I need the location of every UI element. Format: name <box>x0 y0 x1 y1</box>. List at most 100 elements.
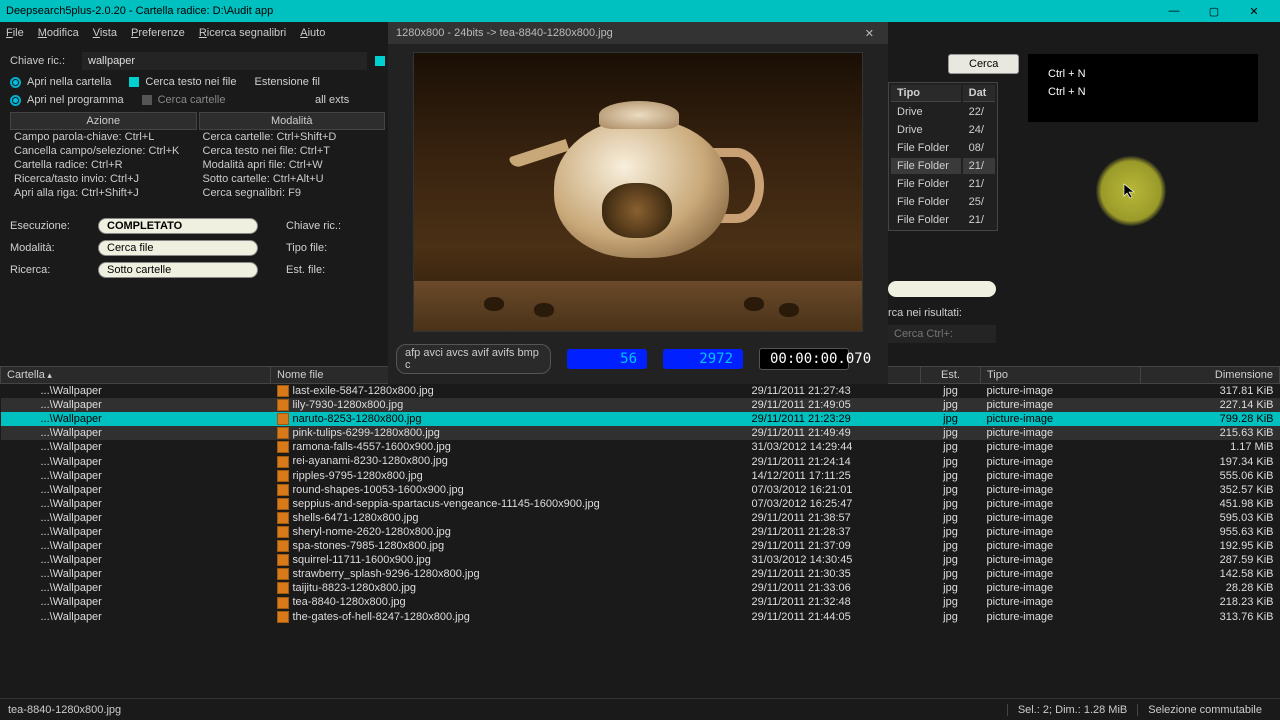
col-dat[interactable]: Dat <box>963 85 995 102</box>
open-in-program-label: Apri nel programma <box>27 94 124 106</box>
file-icon <box>277 484 289 496</box>
preview-close-button[interactable]: ✕ <box>859 27 880 40</box>
search-panel: Chiave ric.: Apri nella cartella Cerca t… <box>0 44 395 292</box>
drive-row[interactable]: Drive24/ <box>891 122 995 138</box>
menu-file[interactable]: File <box>6 27 24 39</box>
search-button[interactable]: Cerca <box>948 54 1019 74</box>
shortcut-tooltip: Ctrl + N Ctrl + N <box>1028 54 1258 122</box>
col-tipo[interactable]: Tipo <box>891 85 961 102</box>
exec-value: COMPLETATO <box>98 218 258 234</box>
drive-row[interactable]: Drive22/ <box>891 104 995 120</box>
counter-total: 2972 <box>663 349 743 369</box>
result-row[interactable]: ...\Wallpapersheryl-nome-2620-1280x800.j… <box>1 525 1280 539</box>
exec-label: Esecuzione: <box>10 220 90 232</box>
col-type[interactable]: Tipo <box>981 367 1141 384</box>
progress-pill <box>888 281 996 297</box>
shortcut-row: Cerca segnalibri: F9 <box>199 186 386 200</box>
counter-found: 56 <box>567 349 647 369</box>
result-row[interactable]: ...\Wallpapershells-6471-1280x800.jpg29/… <box>1 511 1280 525</box>
ext-list-select[interactable]: afp avci avcs avif avifs bmp c <box>396 344 551 374</box>
window-close-button[interactable]: ✕ <box>1234 0 1274 22</box>
file-icon <box>277 568 289 580</box>
titlebar: Deepsearch5plus-2.0.20 - Cartella radice… <box>0 0 1280 22</box>
result-row[interactable]: ...\Wallpaperthe-gates-of-hell-8247-1280… <box>1 610 1280 624</box>
col-size[interactable]: Dimensione <box>1141 367 1280 384</box>
shortcut-row: Ricerca/tasto invio: Ctrl+J <box>10 172 197 186</box>
text-in-files-label: Cerca testo nei file <box>145 76 236 88</box>
result-row[interactable]: ...\Wallpaperpink-tulips-6299-1280x800.j… <box>1 426 1280 440</box>
status-selection: Sel.: 2; Dim.: 1.28 MiB <box>1007 704 1137 716</box>
shortcut-row: Modalità apri file: Ctrl+W <box>199 158 386 172</box>
menu-modifica[interactable]: Modifica <box>38 27 79 39</box>
search-key-label: Chiave ric.: <box>10 55 74 67</box>
shortcut-row: Sotto cartelle: Ctrl+Alt+U <box>199 172 386 186</box>
results-filter-input[interactable] <box>888 325 996 343</box>
status-file: tea-8840-1280x800.jpg <box>8 704 121 716</box>
timer-display: 00:00:00.070 <box>759 348 849 370</box>
file-icon <box>277 611 289 623</box>
open-in-program-radio[interactable] <box>10 95 21 106</box>
drive-type-table[interactable]: TipoDat Drive22/Drive24/File Folder08/Fi… <box>888 82 998 231</box>
key2-label: Chiave ric.: <box>286 220 356 232</box>
open-in-folder-label: Apri nella cartella <box>27 76 111 88</box>
mode-value: Cerca file <box>98 240 258 256</box>
file-icon <box>277 582 289 594</box>
result-row[interactable]: ...\Wallpapersquirrel-11711-1600x900.jpg… <box>1 553 1280 567</box>
file-icon <box>277 413 289 425</box>
results-filter-label: rca nei risultati: <box>888 307 1268 319</box>
menu-aiuto[interactable]: Aiuto <box>300 27 325 39</box>
drive-row[interactable]: File Folder25/ <box>891 194 995 210</box>
result-row[interactable]: ...\Wallpapertea-8840-1280x800.jpg29/11/… <box>1 595 1280 609</box>
file-icon <box>277 441 289 453</box>
file-icon <box>277 540 289 552</box>
file-icon <box>277 470 289 482</box>
extfile-label: Est. file: <box>286 264 356 276</box>
drive-row[interactable]: File Folder21/ <box>891 212 995 228</box>
tooltip-line2: Ctrl + N <box>1048 86 1238 98</box>
menu-preferenze[interactable]: Preferenze <box>131 27 185 39</box>
shortcut-row: Cerca cartelle: Ctrl+Shift+D <box>199 130 386 144</box>
result-row[interactable]: ...\Wallpaperramona-falls-4557-1600x900.… <box>1 440 1280 454</box>
shortcut-row: Cartella radice: Ctrl+R <box>10 158 197 172</box>
result-row[interactable]: ...\Wallpaperseppius-and-seppia-spartacu… <box>1 497 1280 511</box>
search-key-input[interactable] <box>82 52 367 70</box>
search-key-checkbox[interactable] <box>375 56 385 66</box>
file-icon <box>277 512 289 524</box>
open-in-folder-radio[interactable] <box>10 77 21 88</box>
result-row[interactable]: ...\Wallpaperlast-exile-5847-1280x800.jp… <box>1 384 1280 399</box>
drive-row[interactable]: File Folder08/ <box>891 140 995 156</box>
drive-row[interactable]: File Folder21/ <box>891 176 995 192</box>
search-mode-label: Ricerca: <box>10 264 90 276</box>
col-folder[interactable]: Cartella <box>1 367 271 384</box>
ext-value[interactable]: all exts <box>315 94 385 106</box>
drive-row[interactable]: File Folder21/ <box>891 158 995 174</box>
result-row[interactable]: ...\Wallpaperripples-9795-1280x800.jpg14… <box>1 469 1280 483</box>
file-icon <box>277 456 289 468</box>
status-toggle[interactable]: Selezione commutabile <box>1137 704 1272 716</box>
cursor-icon <box>1122 182 1140 200</box>
shortcuts-mode-header: Modalità <box>199 112 386 130</box>
search-folders-check[interactable] <box>142 95 152 105</box>
preview-image <box>413 52 863 332</box>
file-icon <box>277 597 289 609</box>
menu-vista[interactable]: Vista <box>93 27 117 39</box>
col-ext[interactable]: Est. <box>921 367 981 384</box>
result-row[interactable]: ...\Wallpaperrei-ayanami-8230-1280x800.j… <box>1 454 1280 468</box>
menu-ricerca-segnalibri[interactable]: Ricerca segnalibri <box>199 27 286 39</box>
shortcut-row: Campo parola-chiave: Ctrl+L <box>10 130 197 144</box>
shortcut-row: Apri alla riga: Ctrl+Shift+J <box>10 186 197 200</box>
filetype-label: Tipo file: <box>286 242 356 254</box>
window-max-button[interactable]: ▢ <box>1194 0 1234 22</box>
result-row[interactable]: ...\Wallpaperlily-7930-1280x800.jpg29/11… <box>1 398 1280 412</box>
cursor-highlight <box>1096 156 1166 226</box>
result-row[interactable]: ...\Wallpaperstrawberry_splash-9296-1280… <box>1 567 1280 581</box>
result-row[interactable]: ...\Wallpapertaijitu-8823-1280x800.jpg29… <box>1 581 1280 595</box>
file-icon <box>277 385 289 397</box>
results-table[interactable]: Cartella Nome file Data Modifica Est. Ti… <box>0 366 1280 672</box>
result-row[interactable]: ...\Wallpaperspa-stones-7985-1280x800.jp… <box>1 539 1280 553</box>
result-row[interactable]: ...\Wallpapernaruto-8253-1280x800.jpg29/… <box>1 412 1280 426</box>
text-in-files-check[interactable] <box>129 77 139 87</box>
window-min-button[interactable]: — <box>1154 0 1194 22</box>
image-preview-pane: 1280x800 - 24bits -> tea-8840-1280x800.j… <box>388 22 888 384</box>
result-row[interactable]: ...\Wallpaperround-shapes-10053-1600x900… <box>1 483 1280 497</box>
